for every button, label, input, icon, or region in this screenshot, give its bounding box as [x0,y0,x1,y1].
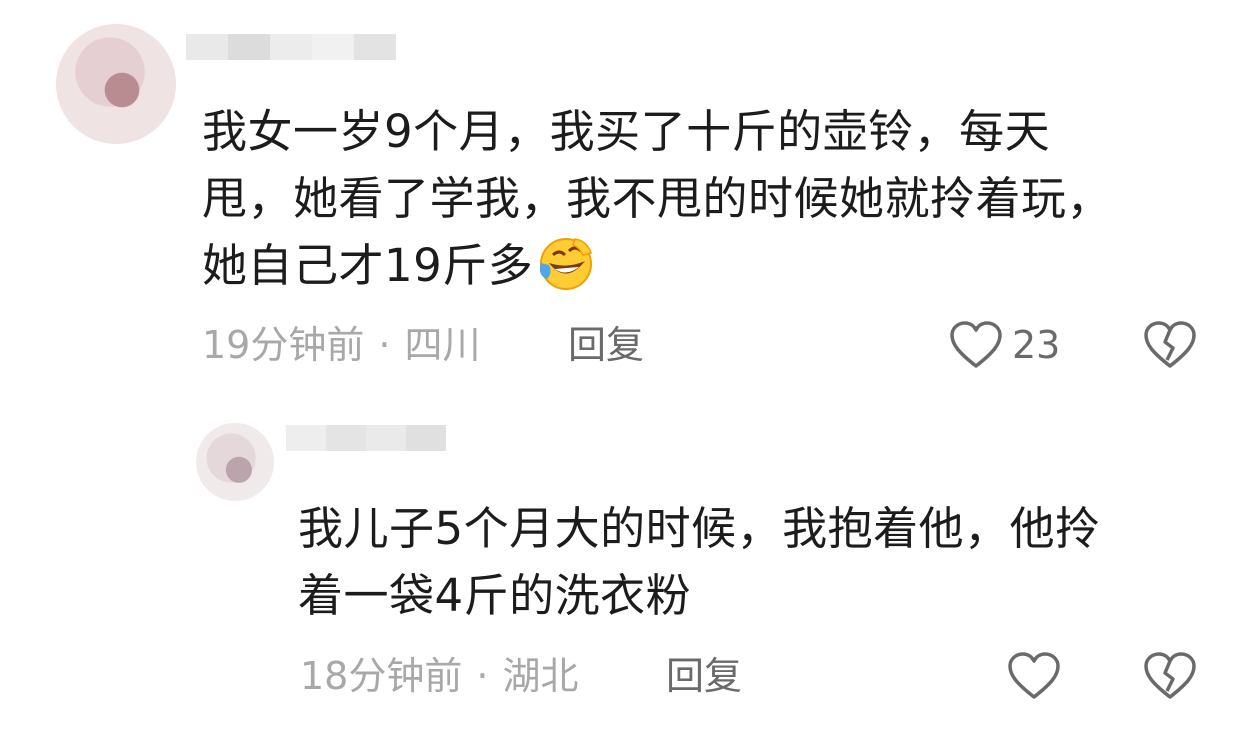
comment-time: 19分钟前 [202,323,365,367]
comment-meta: 18分钟前 · 湖北 [300,651,578,701]
like-button[interactable]: 23 [948,320,1060,370]
dislike-button[interactable] [1142,651,1198,705]
broken-heart-icon [1144,652,1196,699]
comment-text-line: 我儿子5个月大的时候，我抱着他，他拎 [298,502,1101,555]
comment-text: 我儿子5个月大的时候，我抱着他，他拎 着一袋4斤的洗衣粉 [298,495,1198,629]
heart-outline-icon [950,321,1002,368]
avatar[interactable] [196,423,274,501]
rolling-on-floor-laughing-emoji-icon [540,238,593,290]
comment-location: 四川 [404,323,481,367]
username-placeholder[interactable] [186,34,396,60]
like-button[interactable] [1006,651,1062,701]
reply-button[interactable]: 回复 [666,651,742,701]
comment-text: 我女一岁9个月，我买了十斤的壶铃，每天 甩，她看了学我，我不甩的时候她就拎着玩，… [202,98,1202,299]
username-placeholder[interactable] [286,425,446,451]
broken-heart-icon [1144,321,1196,368]
avatar[interactable] [56,24,176,144]
reply-button[interactable]: 回复 [568,320,644,370]
dislike-button[interactable] [1142,320,1198,374]
comment-location: 湖北 [502,654,579,698]
like-count: 23 [1012,323,1061,367]
reply-comment-item: 我儿子5个月大的时候，我抱着他，他拎 着一袋4斤的洗衣粉 18分钟前 · 湖北 回复 [0,395,1260,730]
heart-outline-icon [1008,652,1060,699]
comment-time: 18分钟前 [300,654,463,698]
comment-text-line: 着一袋4斤的洗衣粉 [298,569,692,622]
comment-meta: 19分钟前 · 四川 [202,320,480,370]
comment-item: 我女一岁9个月，我买了十斤的壶铃，每天 甩，她看了学我，我不甩的时候她就拎着玩，… [0,0,1260,395]
comment-text-line: 我女一岁9个月，我买了十斤的壶铃，每天 [202,105,1051,158]
comment-text-line: 甩，她看了学我，我不甩的时候她就拎着玩， [202,172,1113,225]
comment-text-line: 她自己才19斤多 [202,232,1202,299]
meta-separator: · [378,323,391,367]
meta-separator: · [476,654,489,698]
